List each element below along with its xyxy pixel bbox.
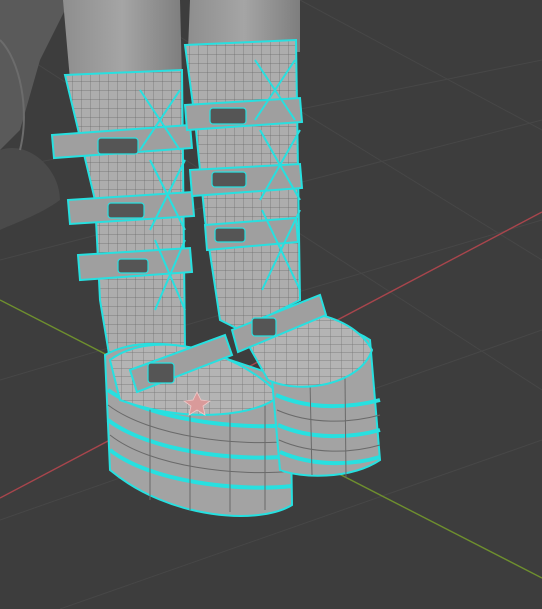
3d-viewport[interactable]	[0, 0, 542, 609]
viewport-canvas[interactable]	[0, 0, 542, 609]
background-object	[0, 0, 70, 230]
